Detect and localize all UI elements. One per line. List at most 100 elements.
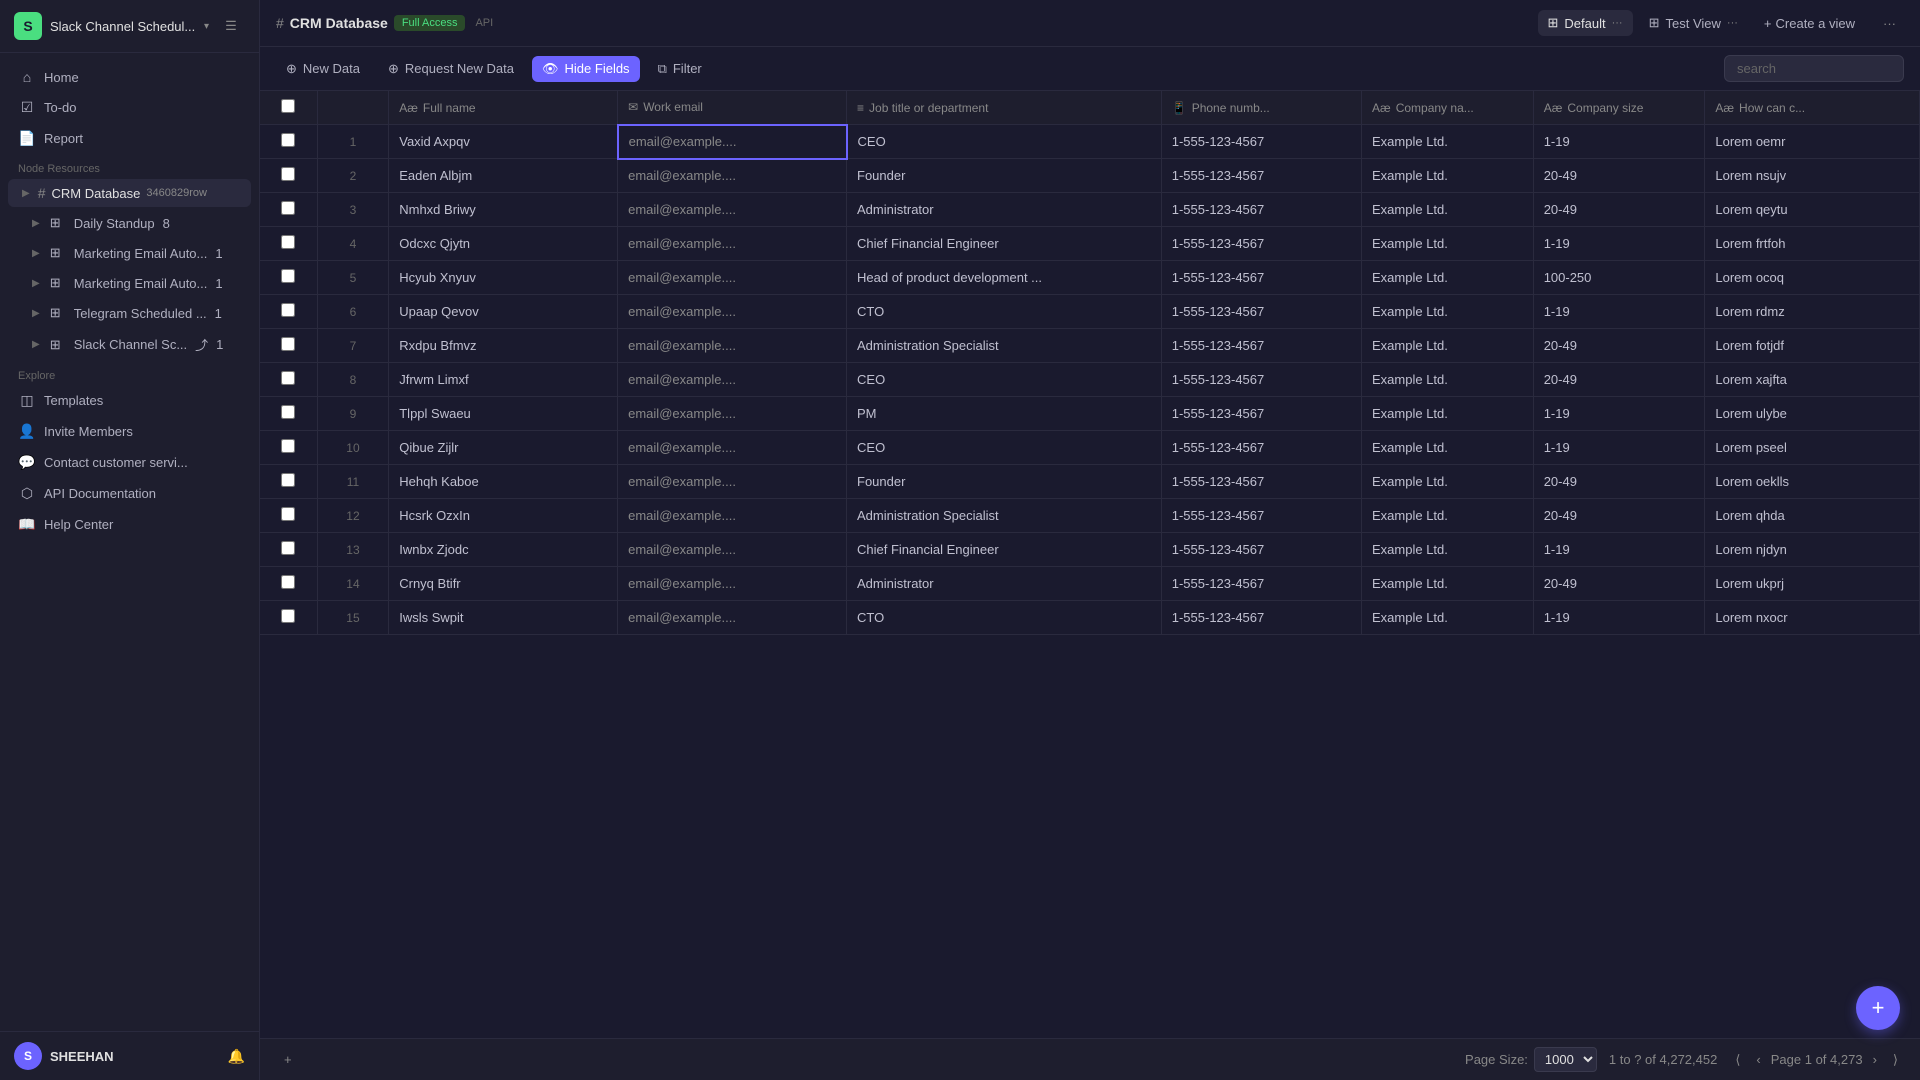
topbar-more-button[interactable]: ··· (1875, 11, 1904, 36)
row-how-can: Lorem fotjdf (1705, 329, 1920, 363)
header-job-title-label: Job title or department (869, 101, 988, 115)
tab-default-more[interactable]: ··· (1612, 17, 1623, 29)
header-work-email[interactable]: ✉ Work email (618, 91, 847, 125)
new-data-button[interactable]: ⊕ New Data (276, 56, 370, 82)
table-row[interactable]: 5 Hcyub Xnyuv email@example.... Head of … (260, 261, 1920, 295)
sidebar-item-marketing-email-1[interactable]: ▶ ⊞ Marketing Email Auto... 1 (8, 239, 251, 267)
row-checkbox-cell (260, 295, 317, 329)
table-row[interactable]: 13 Iwnbx Zjodc email@example.... Chief F… (260, 533, 1920, 567)
row-full-name: Iwnbx Zjodc (389, 533, 618, 567)
table-row[interactable]: 4 Odcxc Qjytn email@example.... Chief Fi… (260, 227, 1920, 261)
chevron-down-icon[interactable]: ▾ (204, 21, 209, 32)
slack-channel-label: Slack Channel Sc... (74, 337, 187, 352)
table-row[interactable]: 11 Hehqh Kaboe email@example.... Founder… (260, 465, 1920, 499)
sidebar-item-slack-channel[interactable]: ▶ ⊞ Slack Channel Sc... ⤴ 1 (8, 329, 251, 360)
table-header-row: Aæ Full name ✉ Work email ≡ Job ti (260, 91, 1920, 125)
row-company-name: Example Ltd. (1362, 431, 1534, 465)
row-checkbox[interactable] (281, 337, 295, 351)
sidebar-item-daily-standup[interactable]: ▶ ⊞ Daily Standup 8 (8, 209, 251, 237)
row-full-name: Iwsls Swpit (389, 601, 618, 635)
phone-icon: 📱 (1172, 101, 1187, 115)
row-checkbox[interactable] (281, 439, 295, 453)
hash-icon: # (276, 15, 284, 31)
table-row[interactable]: 3 Nmhxd Briwy email@example.... Administ… (260, 193, 1920, 227)
sidebar-item-marketing-email-2[interactable]: ▶ ⊞ Marketing Email Auto... 1 (8, 269, 251, 297)
sidebar-item-invite-members[interactable]: 👤 Invite Members (8, 417, 251, 446)
next-page-button[interactable]: › (1867, 1049, 1883, 1070)
row-checkbox[interactable] (281, 371, 295, 385)
sidebar-header: S Slack Channel Schedul... ▾ ☰ (0, 0, 259, 53)
row-full-name: Eaden Albjm (389, 159, 618, 193)
row-checkbox[interactable] (281, 473, 295, 487)
hide-fields-button[interactable]: 👁 Hide Fields (532, 56, 640, 82)
table-row[interactable]: 8 Jfrwm Limxf email@example.... CEO 1-55… (260, 363, 1920, 397)
table-row[interactable]: 9 Tlppl Swaeu email@example.... PM 1-555… (260, 397, 1920, 431)
row-company-size: 1-19 (1533, 125, 1705, 159)
sidebar-item-report[interactable]: 📄 Report (8, 124, 251, 153)
row-number: 11 (317, 465, 389, 499)
row-checkbox[interactable] (281, 235, 295, 249)
row-checkbox[interactable] (281, 133, 295, 147)
row-checkbox[interactable] (281, 167, 295, 181)
bell-icon[interactable]: 🔔 (228, 1048, 245, 1065)
tab-test-more[interactable]: ··· (1727, 17, 1738, 29)
row-checkbox[interactable] (281, 609, 295, 623)
create-view-button[interactable]: + Create a view (1754, 11, 1865, 36)
table-row[interactable]: 7 Rxdpu Bfmvz email@example.... Administ… (260, 329, 1920, 363)
fab-button[interactable]: + (1856, 986, 1900, 1030)
row-email: email@example.... (618, 499, 847, 533)
row-checkbox[interactable] (281, 405, 295, 419)
sidebar-item-todo[interactable]: ☑ To-do (8, 93, 251, 122)
prev-page-button[interactable]: ‹ (1750, 1049, 1766, 1070)
table-row[interactable]: 6 Upaap Qevov email@example.... CTO 1-55… (260, 295, 1920, 329)
last-page-button[interactable]: ⟩ (1887, 1049, 1904, 1071)
row-checkbox-cell (260, 363, 317, 397)
header-how-can[interactable]: Aæ How can c... (1705, 91, 1920, 125)
tab-test-view[interactable]: ⊞ Test View ··· (1639, 10, 1748, 36)
sidebar-item-contact-support[interactable]: 💬 Contact customer servi... (8, 448, 251, 477)
row-email: email@example.... (618, 329, 847, 363)
table-row[interactable]: 14 Crnyq Btifr email@example.... Adminis… (260, 567, 1920, 601)
tab-default[interactable]: ⊞ Default ··· (1538, 10, 1633, 36)
sidebar-item-help-center[interactable]: 📖 Help Center (8, 510, 251, 539)
row-checkbox[interactable] (281, 541, 295, 555)
list-icon: ≡ (857, 101, 864, 115)
first-page-button[interactable]: ⟨ (1729, 1049, 1746, 1071)
sidebar-item-home[interactable]: ⌂ Home (8, 63, 251, 91)
table-row[interactable]: 12 Hcsrk OzxIn email@example.... Adminis… (260, 499, 1920, 533)
row-checkbox[interactable] (281, 201, 295, 215)
request-new-data-button[interactable]: ⊕ Request New Data (378, 56, 524, 82)
sidebar-item-templates[interactable]: ◫ Templates (8, 386, 251, 415)
page-size-select[interactable]: 1000 500 250 (1534, 1047, 1597, 1072)
table-row[interactable]: 2 Eaden Albjm email@example.... Founder … (260, 159, 1920, 193)
sidebar-item-api-docs[interactable]: ⬡ API Documentation (8, 479, 251, 508)
filter-button[interactable]: ⧉ Filter (648, 56, 712, 82)
select-all-checkbox[interactable] (281, 99, 295, 113)
search-input[interactable] (1724, 55, 1904, 82)
table-row[interactable]: 15 Iwsls Swpit email@example.... CTO 1-5… (260, 601, 1920, 635)
telegram-label: Telegram Scheduled ... (74, 306, 207, 321)
row-checkbox[interactable] (281, 575, 295, 589)
row-checkbox[interactable] (281, 303, 295, 317)
row-phone: 1-555-123-4567 (1161, 261, 1361, 295)
header-full-name[interactable]: Aæ Full name (389, 91, 618, 125)
daily-standup-label: Daily Standup (74, 216, 155, 231)
header-phone-label: Phone numb... (1192, 101, 1270, 115)
add-row-button[interactable]: + (276, 1048, 300, 1071)
header-job-title[interactable]: ≡ Job title or department (847, 91, 1162, 125)
header-company-name[interactable]: Aæ Company na... (1362, 91, 1534, 125)
row-phone: 1-555-123-4567 (1161, 533, 1361, 567)
table-row[interactable]: 10 Qibue Zijlr email@example.... CEO 1-5… (260, 431, 1920, 465)
sidebar-item-crm-database[interactable]: ▶ # CRM Database 3460829row (8, 179, 251, 207)
grid-icon: ⊞ (1649, 15, 1660, 31)
collapse-sidebar-button[interactable]: ☰ (217, 12, 245, 40)
row-checkbox[interactable] (281, 269, 295, 283)
row-checkbox[interactable] (281, 507, 295, 521)
header-phone[interactable]: 📱 Phone numb... (1161, 91, 1361, 125)
header-company-size[interactable]: Aæ Company size (1533, 91, 1705, 125)
crm-db-label: CRM Database (52, 186, 141, 201)
table-row[interactable]: 1 Vaxid Axpqv email@example.... CEO 1-55… (260, 125, 1920, 159)
sidebar-item-telegram[interactable]: ▶ ⊞ Telegram Scheduled ... 1 (8, 299, 251, 327)
api-icon: ⬡ (18, 485, 36, 502)
row-company-size: 1-19 (1533, 533, 1705, 567)
